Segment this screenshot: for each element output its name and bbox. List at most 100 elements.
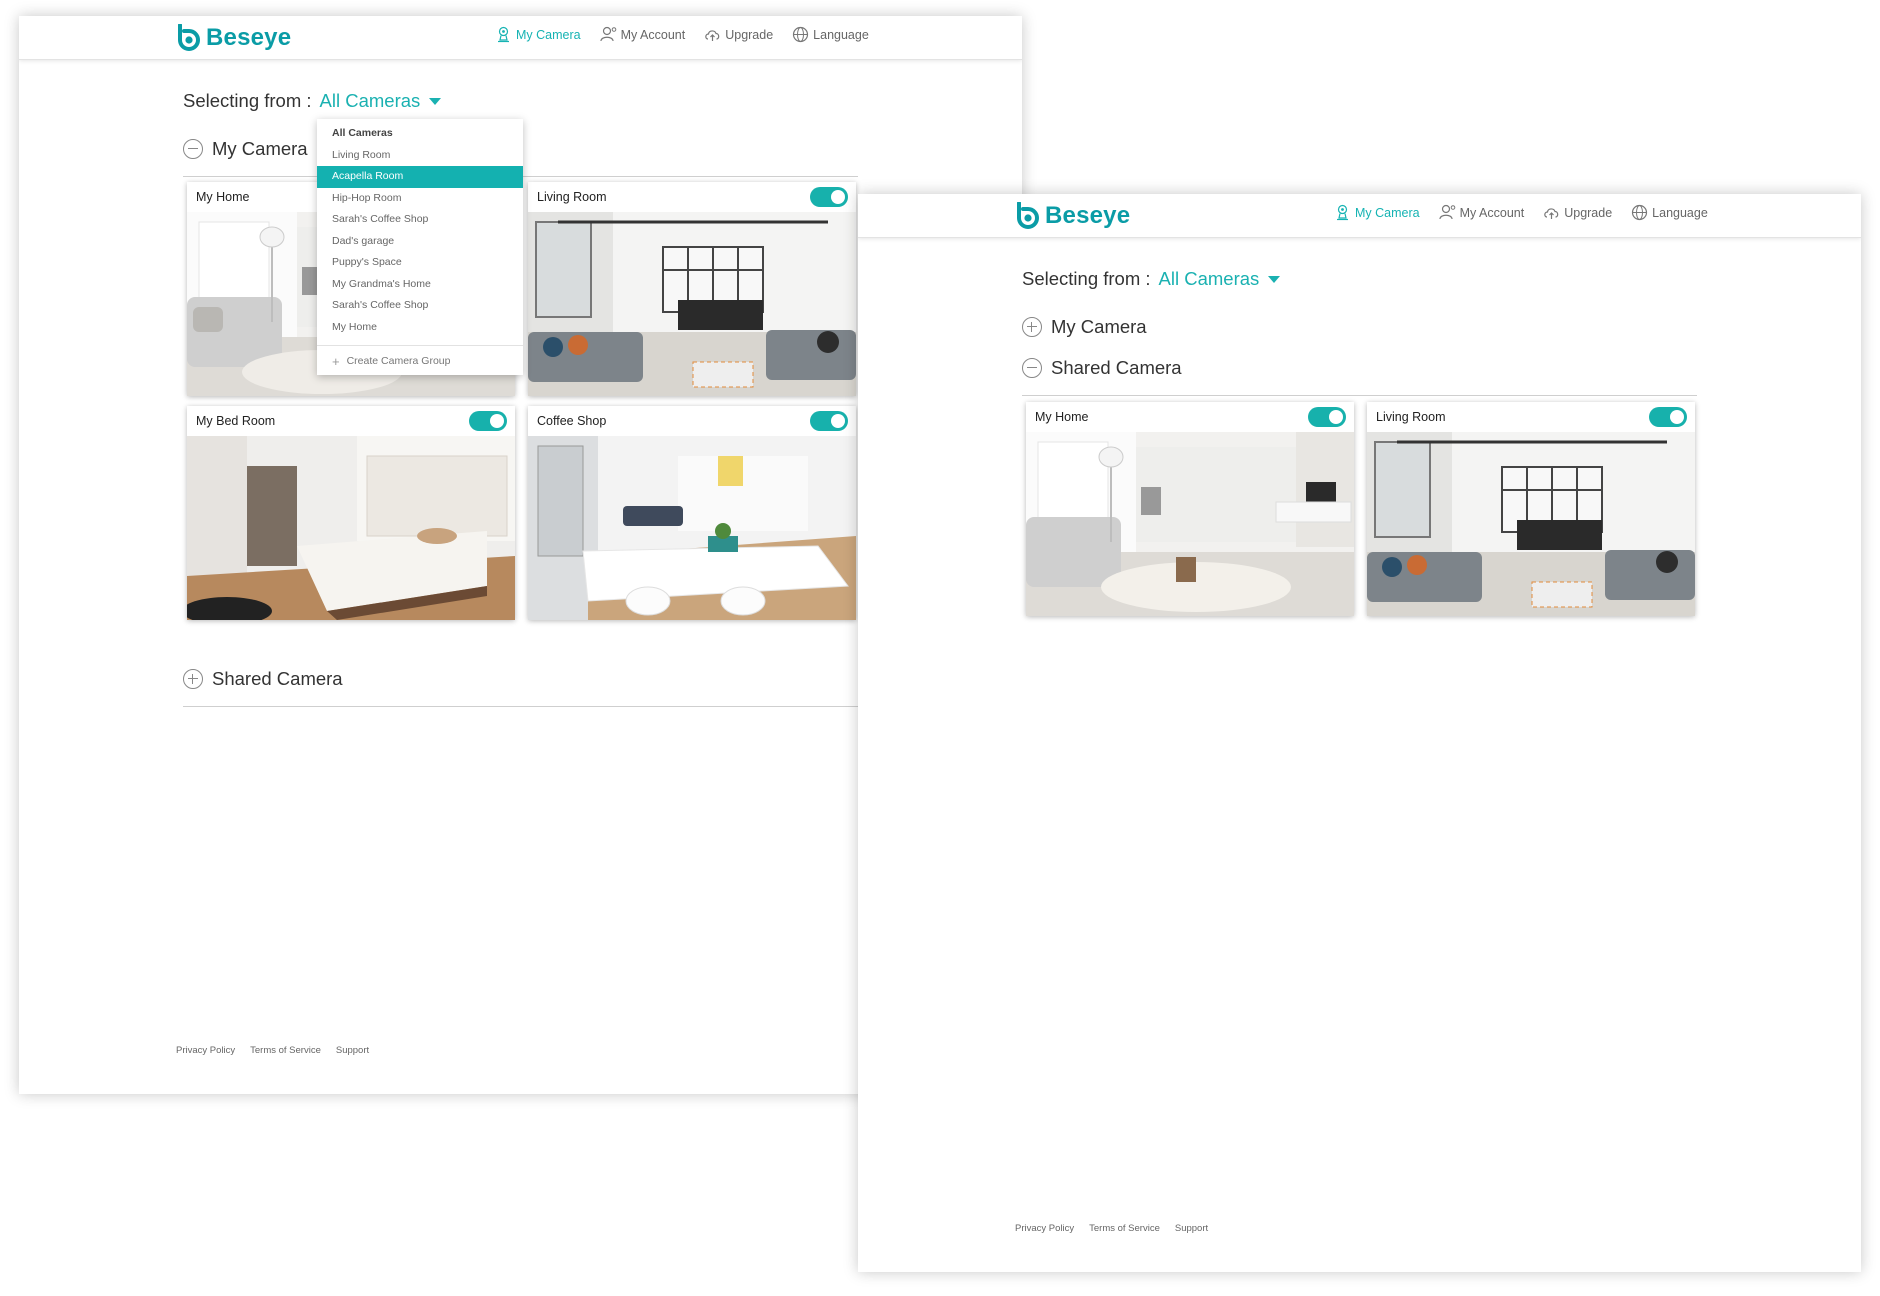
camera-group-selector: Selecting from : All Cameras xyxy=(183,90,442,112)
cloud-upload-icon xyxy=(705,30,720,41)
dropdown-item[interactable]: Puppy's Space xyxy=(317,252,523,274)
cloud-upload-icon xyxy=(1544,208,1559,219)
nav-upgrade[interactable]: Upgrade xyxy=(704,26,773,43)
beseye-logo[interactable]: Beseye xyxy=(1015,201,1130,231)
dropdown-item-selected[interactable]: Acapella Room xyxy=(317,166,523,188)
nav-label: My Camera xyxy=(1355,205,1420,220)
dropdown-item[interactable]: Sarah's Coffee Shop xyxy=(317,295,523,317)
footer: Privacy Policy Terms of Service Support xyxy=(1015,1223,1223,1234)
camera-icon xyxy=(498,26,509,43)
camera-name: My Home xyxy=(1035,410,1089,424)
brand-name: Beseye xyxy=(206,24,292,51)
camera-card[interactable]: My Bed Room xyxy=(187,406,515,620)
section-title: Shared Camera xyxy=(212,668,343,689)
camera-name: My Home xyxy=(196,190,250,204)
section-title: Shared Camera xyxy=(1051,357,1182,378)
nav-label: My Account xyxy=(1459,205,1525,220)
selector-label: Selecting from : xyxy=(183,90,312,111)
camera-thumbnail[interactable] xyxy=(528,436,856,620)
camera-thumbnail[interactable] xyxy=(528,212,856,396)
camera-power-toggle[interactable] xyxy=(1649,407,1687,427)
nav-my-camera[interactable]: My Camera xyxy=(1334,204,1420,221)
section-shared-camera: Shared Camera xyxy=(1022,354,1697,396)
selector-value: All Cameras xyxy=(1158,268,1260,289)
expand-icon[interactable] xyxy=(1022,317,1042,337)
caret-down-icon xyxy=(429,97,442,105)
footer-link-privacy[interactable]: Privacy Policy xyxy=(176,1045,235,1056)
top-nav: My Camera My Account Upgrade Language xyxy=(495,26,888,43)
nav-my-camera[interactable]: My Camera xyxy=(495,26,581,43)
beseye-logo[interactable]: Beseye xyxy=(176,23,291,53)
dropdown-item[interactable]: Sarah's Coffee Shop xyxy=(317,209,523,231)
nav-my-account[interactable]: My Account xyxy=(1438,204,1525,221)
camera-card[interactable]: Coffee Shop xyxy=(528,406,856,620)
beseye-logo-icon xyxy=(1017,202,1039,229)
brand-name: Beseye xyxy=(1045,202,1131,229)
footer: Privacy Policy Terms of Service Support xyxy=(176,1045,384,1056)
nav-language[interactable]: Language xyxy=(792,26,869,43)
camera-power-toggle[interactable] xyxy=(1308,407,1346,427)
globe-icon xyxy=(1632,204,1648,221)
footer-link-terms[interactable]: Terms of Service xyxy=(250,1045,321,1056)
camera-power-toggle[interactable] xyxy=(810,411,848,431)
collapse-icon[interactable] xyxy=(1022,358,1042,378)
selector-label: Selecting from : xyxy=(1022,268,1151,289)
camera-name: Living Room xyxy=(537,190,607,204)
footer-link-terms[interactable]: Terms of Service xyxy=(1089,1223,1160,1234)
user-icon xyxy=(599,26,616,42)
collapse-icon[interactable] xyxy=(183,139,203,159)
camera-name: Living Room xyxy=(1376,410,1446,424)
selector-value: All Cameras xyxy=(319,90,421,111)
camera-power-toggle[interactable] xyxy=(469,411,507,431)
camera-group-dropdown: All Cameras Living Room Acapella Room Hi… xyxy=(317,119,523,375)
nav-label: Language xyxy=(1652,205,1708,220)
camera-card[interactable]: Living Room xyxy=(528,182,856,396)
camera-name: Coffee Shop xyxy=(537,414,607,428)
camera-group-dropdown-toggle[interactable]: All Cameras xyxy=(320,90,442,112)
plus-icon: + xyxy=(332,354,340,369)
nav-label: Upgrade xyxy=(1564,205,1613,220)
dropdown-item[interactable]: My Home xyxy=(317,317,523,339)
dropdown-item[interactable]: My Grandma's Home xyxy=(317,274,523,296)
globe-icon xyxy=(793,26,809,43)
footer-link-support[interactable]: Support xyxy=(336,1045,369,1056)
dropdown-item[interactable]: Hip-Hop Room xyxy=(317,188,523,210)
nav-my-account[interactable]: My Account xyxy=(599,26,686,43)
nav-upgrade[interactable]: Upgrade xyxy=(1543,204,1612,221)
section-title: My Camera xyxy=(1051,316,1147,337)
section-title: My Camera xyxy=(212,138,308,159)
camera-icon xyxy=(1337,204,1348,221)
section-my-camera: My Camera xyxy=(1022,313,1697,354)
browser-window-shared-camera: Beseye My Camera My Account Upgrade Lang… xyxy=(858,194,1861,1272)
nav-label: Language xyxy=(813,27,869,42)
navbar: Beseye My Camera My Account Upgrade Lang… xyxy=(19,16,1022,60)
nav-label: Upgrade xyxy=(725,27,774,42)
navbar: Beseye My Camera My Account Upgrade Lang… xyxy=(858,194,1861,238)
footer-link-privacy[interactable]: Privacy Policy xyxy=(1015,1223,1074,1234)
dropdown-item[interactable]: All Cameras xyxy=(317,123,523,145)
create-camera-group-button[interactable]: + Create Camera Group xyxy=(317,351,523,372)
user-icon xyxy=(1438,204,1455,220)
create-group-label: Create Camera Group xyxy=(346,355,451,367)
top-nav: My Camera My Account Upgrade Language xyxy=(1334,204,1727,221)
nav-label: My Account xyxy=(620,27,686,42)
camera-power-toggle[interactable] xyxy=(810,187,848,207)
camera-card[interactable]: Living Room xyxy=(1367,402,1695,616)
dropdown-item[interactable]: Living Room xyxy=(317,145,523,167)
camera-group-dropdown-toggle[interactable]: All Cameras xyxy=(1159,268,1281,290)
expand-icon[interactable] xyxy=(183,669,203,689)
nav-label: My Camera xyxy=(516,27,581,42)
footer-link-support[interactable]: Support xyxy=(1175,1223,1208,1234)
camera-thumbnail[interactable] xyxy=(187,436,515,620)
camera-name: My Bed Room xyxy=(196,414,276,428)
camera-thumbnail[interactable] xyxy=(1026,432,1354,616)
section-shared-camera: Shared Camera xyxy=(183,665,858,707)
caret-down-icon xyxy=(1268,275,1281,283)
dropdown-item[interactable]: Dad's garage xyxy=(317,231,523,253)
camera-group-selector: Selecting from : All Cameras xyxy=(1022,268,1281,290)
nav-language[interactable]: Language xyxy=(1631,204,1708,221)
camera-thumbnail[interactable] xyxy=(1367,432,1695,616)
camera-card[interactable]: My Home xyxy=(1026,402,1354,616)
dropdown-divider xyxy=(317,345,523,346)
beseye-logo-icon xyxy=(178,24,200,51)
